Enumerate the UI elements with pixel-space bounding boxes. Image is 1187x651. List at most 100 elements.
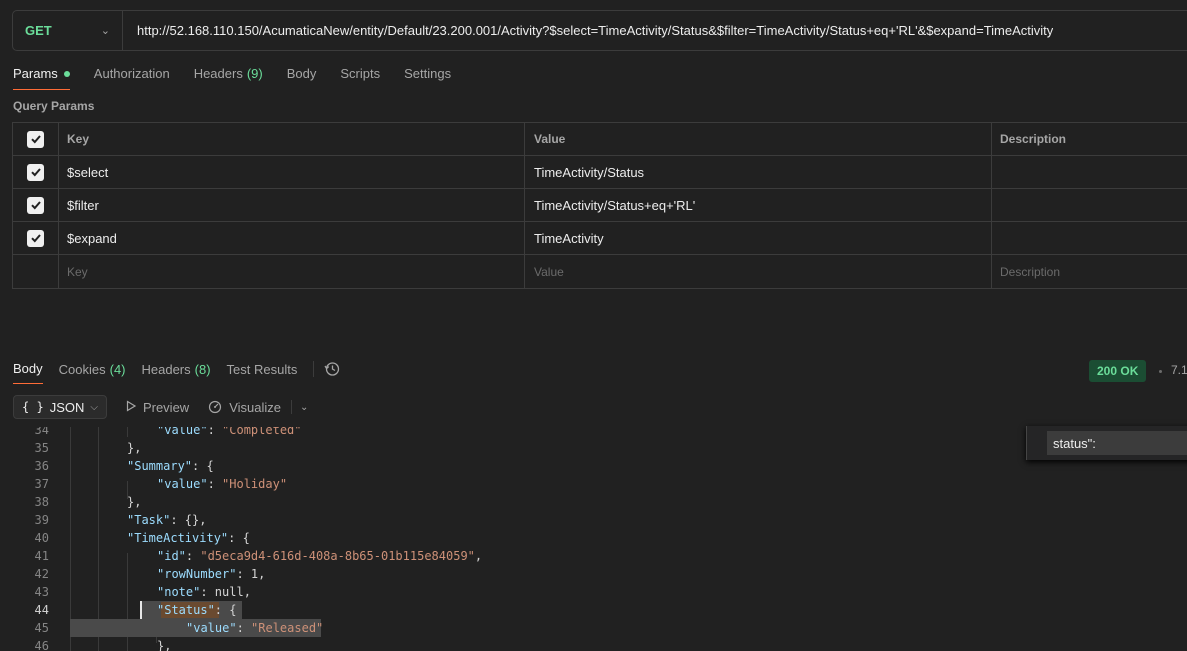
url-input[interactable]: http://52.168.110.150/AcumaticaNew/entit…: [123, 23, 1053, 38]
tab-label: Test Results: [226, 361, 298, 377]
visualize-button[interactable]: Visualize: [207, 398, 281, 417]
tab-cookies[interactable]: Cookies (4): [59, 354, 126, 384]
visualize-icon: [207, 398, 223, 417]
params-table: Key Value Description $select TimeActivi…: [12, 122, 1187, 289]
code-line: 43 "note": null,: [0, 583, 1187, 601]
table-row: $select TimeActivity/Status: [13, 156, 1187, 189]
new-description-input[interactable]: Description: [992, 255, 1187, 288]
param-key[interactable]: $filter: [59, 189, 525, 221]
tab-test-results[interactable]: Test Results: [227, 354, 298, 384]
visualize-label: Visualize: [229, 399, 281, 415]
code-text: "note": null,: [157, 585, 251, 599]
request-tabs: Params Authorization Headers (9) Body Sc…: [13, 60, 475, 90]
code-text: },: [157, 639, 172, 651]
tab-label: Headers: [141, 361, 191, 377]
divider: [291, 400, 292, 414]
select-all-cell: [13, 123, 59, 155]
code-line: 37 "value": "Holiday": [0, 475, 1187, 493]
line-number: 43: [34, 585, 49, 599]
param-value[interactable]: TimeActivity: [525, 222, 992, 254]
table-row: $filter TimeActivity/Status+eq+'RL': [13, 189, 1187, 222]
code-text: "Summary": {: [127, 459, 214, 473]
param-value[interactable]: TimeActivity/Status+eq+'RL': [525, 189, 992, 221]
query-params-title: Query Params: [13, 99, 95, 113]
code-line: 35 },: [0, 439, 1187, 457]
find-widget: status":: [1026, 426, 1187, 460]
param-key[interactable]: $select: [59, 156, 525, 188]
header-key: Key: [59, 123, 525, 155]
tab-label: Settings: [404, 66, 452, 81]
preview-label: Preview: [142, 399, 190, 415]
line-number: 44: [34, 603, 49, 617]
tab-body[interactable]: Body: [287, 60, 317, 90]
line-number: 39: [34, 513, 49, 527]
code-line: 36 "Summary": {: [0, 457, 1187, 475]
row-checkbox[interactable]: [27, 163, 44, 181]
chevron-down-icon: ⌵: [90, 401, 98, 413]
find-input[interactable]: status":: [1047, 431, 1187, 455]
response-body-editor[interactable]: 34 "value": "Completed" 35 }, 36 "Summar…: [0, 427, 1187, 651]
chevron-down-icon[interactable]: ⌄: [300, 402, 308, 413]
preview-button[interactable]: Preview: [125, 400, 189, 415]
header-description: Description: [1000, 132, 1067, 146]
row-check-cell: [13, 156, 59, 188]
line-number: 35: [34, 441, 49, 455]
row-checkbox[interactable]: [27, 196, 44, 214]
new-value-input[interactable]: Value: [525, 255, 992, 288]
url-bar: GET ⌄ http://52.168.110.150/AcumaticaNew…: [12, 10, 1187, 51]
table-header-row: Key Value Description: [13, 123, 1187, 156]
tab-label: Authorization: [93, 66, 170, 81]
row-checkbox[interactable]: [27, 229, 44, 247]
format-label: JSON: [49, 399, 85, 415]
line-number: 36: [34, 459, 49, 473]
tab-settings[interactable]: Settings: [404, 60, 451, 90]
new-param-row: Key Value Description: [13, 255, 1187, 288]
separator-dot: [1159, 370, 1162, 373]
active-dot-icon: [63, 71, 70, 77]
param-description[interactable]: [992, 189, 1187, 221]
table-row: $expand TimeActivity: [13, 222, 1187, 255]
param-value[interactable]: TimeActivity/Status: [525, 156, 992, 188]
row-check-cell: [13, 255, 59, 288]
code-text: "TimeActivity": {: [127, 531, 250, 545]
param-key[interactable]: $expand: [59, 222, 525, 254]
tab-params[interactable]: Params: [13, 60, 70, 90]
tab-label: Scripts: [340, 66, 381, 81]
response-time[interactable]: 7.1: [1171, 363, 1187, 377]
code-text: },: [127, 441, 142, 455]
param-description[interactable]: [992, 222, 1187, 254]
code-text: "value": "Released": [186, 621, 324, 635]
code-line: 45 "value": "Released": [0, 619, 1187, 637]
line-number: 38: [34, 495, 49, 509]
method-select[interactable]: GET ⌄: [13, 11, 123, 50]
code-line: 42 "rowNumber": 1,: [0, 565, 1187, 583]
tab-label: Params: [13, 66, 58, 81]
tab-authorization[interactable]: Authorization: [94, 60, 170, 90]
tab-response-headers[interactable]: Headers (8): [142, 354, 211, 384]
code-text: "Task": {},: [127, 513, 207, 527]
format-select[interactable]: { } JSON ⌵: [13, 395, 107, 419]
header-value: Value: [525, 123, 992, 155]
line-number: 41: [34, 549, 49, 563]
history-icon[interactable]: [324, 360, 342, 378]
code-text: "value": "Holiday": [157, 477, 288, 491]
response-tabs: Body Cookies (4) Headers (8) Test Result…: [13, 354, 342, 384]
tab-headers[interactable]: Headers (9): [194, 60, 263, 90]
code-text: "rowNumber": 1,: [157, 567, 266, 581]
line-number: 45: [34, 621, 49, 635]
divider: [313, 361, 315, 377]
param-description[interactable]: [992, 156, 1187, 188]
tab-scripts[interactable]: Scripts: [340, 60, 380, 90]
code-text: "value": "Completed": [157, 427, 302, 437]
code-text: "Status": {: [157, 603, 237, 617]
select-all-checkbox[interactable]: [27, 130, 44, 148]
tab-badge: (4): [109, 361, 126, 377]
code-line: 41 "id": "d5eca9d4-616d-408a-8b65-01b115…: [0, 547, 1187, 565]
new-key-input[interactable]: Key: [59, 255, 525, 288]
status-badge[interactable]: 200 OK: [1089, 360, 1147, 382]
tab-response-body[interactable]: Body: [13, 354, 43, 384]
method-label: GET: [25, 23, 52, 38]
tab-label: Cookies: [58, 361, 106, 377]
line-number: 34: [34, 427, 49, 437]
code-line: 40 "TimeActivity": {: [0, 529, 1187, 547]
